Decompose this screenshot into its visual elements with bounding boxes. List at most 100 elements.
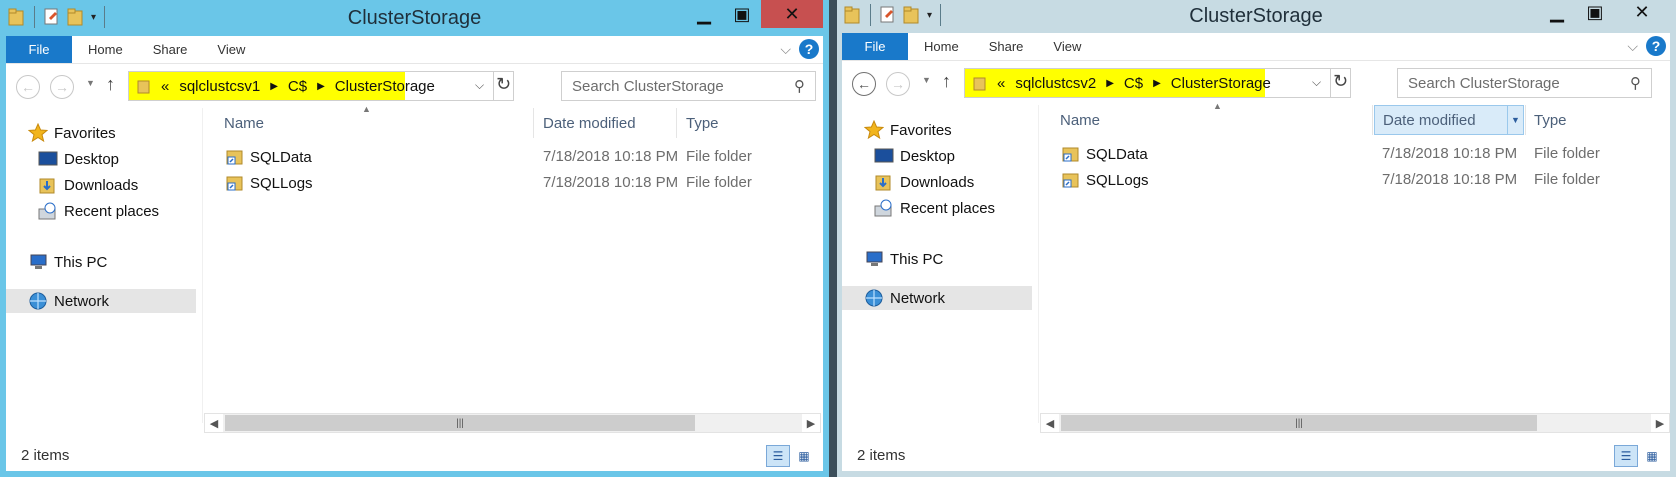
scroll-right-icon[interactable]: ▶ [1651,414,1669,432]
pane-divider[interactable] [202,108,203,423]
minimize-button[interactable]: ▁ [685,0,723,28]
scrollbar-thumb[interactable]: ||| [225,415,695,431]
column-header-date[interactable]: Date modified ▼ [1374,105,1524,135]
close-button[interactable]: ✕ [761,0,823,28]
column-filter-dropdown-icon[interactable]: ▼ [1507,106,1523,134]
breadcrumb-item[interactable]: ClusterStorage [335,78,435,95]
tab-file[interactable]: File [6,36,72,63]
nav-item-this-pc[interactable]: This PC [28,250,107,274]
properties-icon[interactable] [879,5,897,25]
column-header-type[interactable]: Type [1526,105,1646,135]
column-separator[interactable] [533,108,534,138]
nav-item-network[interactable]: Network [6,289,196,313]
tab-share[interactable]: Share [138,36,203,63]
nav-item-this-pc[interactable]: This PC [864,247,943,271]
back-button[interactable]: ← [16,75,40,99]
title-bar[interactable]: ▾ ClusterStorage ▁ ▣ ✕ [6,0,823,36]
help-icon[interactable]: ? [1646,36,1666,56]
column-separator[interactable] [676,108,677,138]
scrollbar-thumb[interactable]: ||| [1061,415,1537,431]
breadcrumb-overflow[interactable]: « [997,75,1005,92]
table-row[interactable]: SQLData 7/18/2018 10:18 PM File folder [204,145,823,169]
address-separator [1330,69,1331,97]
tab-home[interactable]: Home [72,36,138,63]
large-icons-view-icon[interactable]: ▦ [792,445,816,467]
folder-icon[interactable] [844,5,862,25]
nav-item-recent-places[interactable]: Recent places [874,196,995,220]
breadcrumb-item[interactable]: ClusterStorage [1171,75,1271,92]
forward-button[interactable]: → [886,72,910,96]
recent-locations-icon[interactable]: ▼ [922,75,931,85]
minimize-button[interactable]: ▁ [1538,0,1576,24]
nav-item-downloads[interactable]: Downloads [874,170,974,194]
breadcrumb-separator-icon[interactable]: ▶ [317,81,325,92]
tab-view[interactable]: View [1038,33,1096,60]
tab-home[interactable]: Home [908,33,974,60]
recent-locations-icon[interactable]: ▼ [86,78,95,88]
customize-toolbar-icon[interactable]: ▾ [91,12,96,23]
back-button[interactable]: ← [852,72,876,96]
column-header-name[interactable]: Name [1052,105,1368,135]
search-input[interactable]: Search ClusterStorage ⚲ [561,71,816,101]
scroll-right-icon[interactable]: ▶ [802,414,820,432]
breadcrumb-item[interactable]: sqlclustcsv1 [179,78,260,95]
breadcrumb-item[interactable]: sqlclustcsv2 [1015,75,1096,92]
tab-view[interactable]: View [202,36,260,63]
column-separator[interactable] [1372,105,1373,135]
breadcrumb-item[interactable]: C$ [288,78,307,95]
tab-file[interactable]: File [842,33,908,60]
nav-item-recent-places[interactable]: Recent places [38,199,159,223]
up-arrow-icon[interactable]: ↑ [106,74,115,95]
table-row[interactable]: SQLLogs 7/18/2018 10:18 PM File folder [1040,168,1670,192]
help-icon[interactable]: ? [799,39,819,59]
address-bar[interactable]: « sqlclustcsv2 ▶ C$ ▶ ClusterStorage ⌵ ↻ [964,68,1351,98]
search-icon[interactable]: ⚲ [1630,74,1641,92]
expand-ribbon-icon[interactable]: ⌵ [1627,38,1638,55]
maximize-button[interactable]: ▣ [723,0,761,28]
address-history-icon[interactable]: ⌵ [1312,75,1321,90]
refresh-icon[interactable]: ↻ [496,74,511,95]
search-icon[interactable]: ⚲ [794,77,805,95]
maximize-button[interactable]: ▣ [1576,0,1614,24]
table-row[interactable]: SQLLogs 7/18/2018 10:18 PM File folder [204,171,823,195]
folder-icon[interactable] [8,7,26,27]
refresh-icon[interactable]: ↻ [1333,71,1348,92]
address-history-icon[interactable]: ⌵ [475,78,484,93]
pane-divider[interactable] [1038,105,1039,423]
nav-item-favorites[interactable]: Favorites [863,118,952,142]
details-view-icon[interactable]: ☰ [1614,445,1638,467]
customize-toolbar-icon[interactable]: ▾ [927,10,932,21]
breadcrumb-item[interactable]: C$ [1124,75,1143,92]
column-header-date[interactable]: Date modified [535,108,675,138]
scroll-left-icon[interactable]: ◀ [1041,414,1059,432]
close-button[interactable]: ✕ [1614,0,1670,24]
tab-share[interactable]: Share [974,33,1039,60]
nav-item-label: Downloads [64,176,139,194]
new-folder-icon[interactable] [67,7,85,27]
details-view-icon[interactable]: ☰ [766,445,790,467]
horizontal-scrollbar[interactable]: ◀ ||| ▶ [1040,413,1670,433]
horizontal-scrollbar[interactable]: ◀ ||| ▶ [204,413,821,433]
table-row[interactable]: SQLData 7/18/2018 10:18 PM File folder [1040,142,1670,166]
nav-item-favorites[interactable]: Favorites [27,121,116,145]
up-arrow-icon[interactable]: ↑ [942,71,951,92]
breadcrumb-separator-icon[interactable]: ▶ [270,81,278,92]
properties-icon[interactable] [43,7,61,27]
large-icons-view-icon[interactable]: ▦ [1640,445,1664,467]
nav-item-desktop[interactable]: Desktop [38,147,119,171]
column-header-name[interactable]: Name [216,108,532,138]
breadcrumb-separator-icon[interactable]: ▶ [1153,78,1161,89]
nav-item-downloads[interactable]: Downloads [38,173,138,197]
nav-item-network[interactable]: Network [842,286,1032,310]
nav-item-desktop[interactable]: Desktop [874,144,955,168]
title-bar[interactable]: ▾ ClusterStorage ▁ ▣ ✕ [842,0,1670,33]
expand-ribbon-icon[interactable]: ⌵ [780,41,791,58]
search-input[interactable]: Search ClusterStorage ⚲ [1397,68,1652,98]
scroll-left-icon[interactable]: ◀ [205,414,223,432]
breadcrumb-separator-icon[interactable]: ▶ [1106,78,1114,89]
column-header-type[interactable]: Type [678,108,798,138]
forward-button[interactable]: → [50,75,74,99]
breadcrumb-overflow[interactable]: « [161,78,169,95]
new-folder-icon[interactable] [903,5,921,25]
address-bar[interactable]: « sqlclustcsv1 ▶ C$ ▶ ClusterStorage ⌵ ↻ [128,71,514,101]
